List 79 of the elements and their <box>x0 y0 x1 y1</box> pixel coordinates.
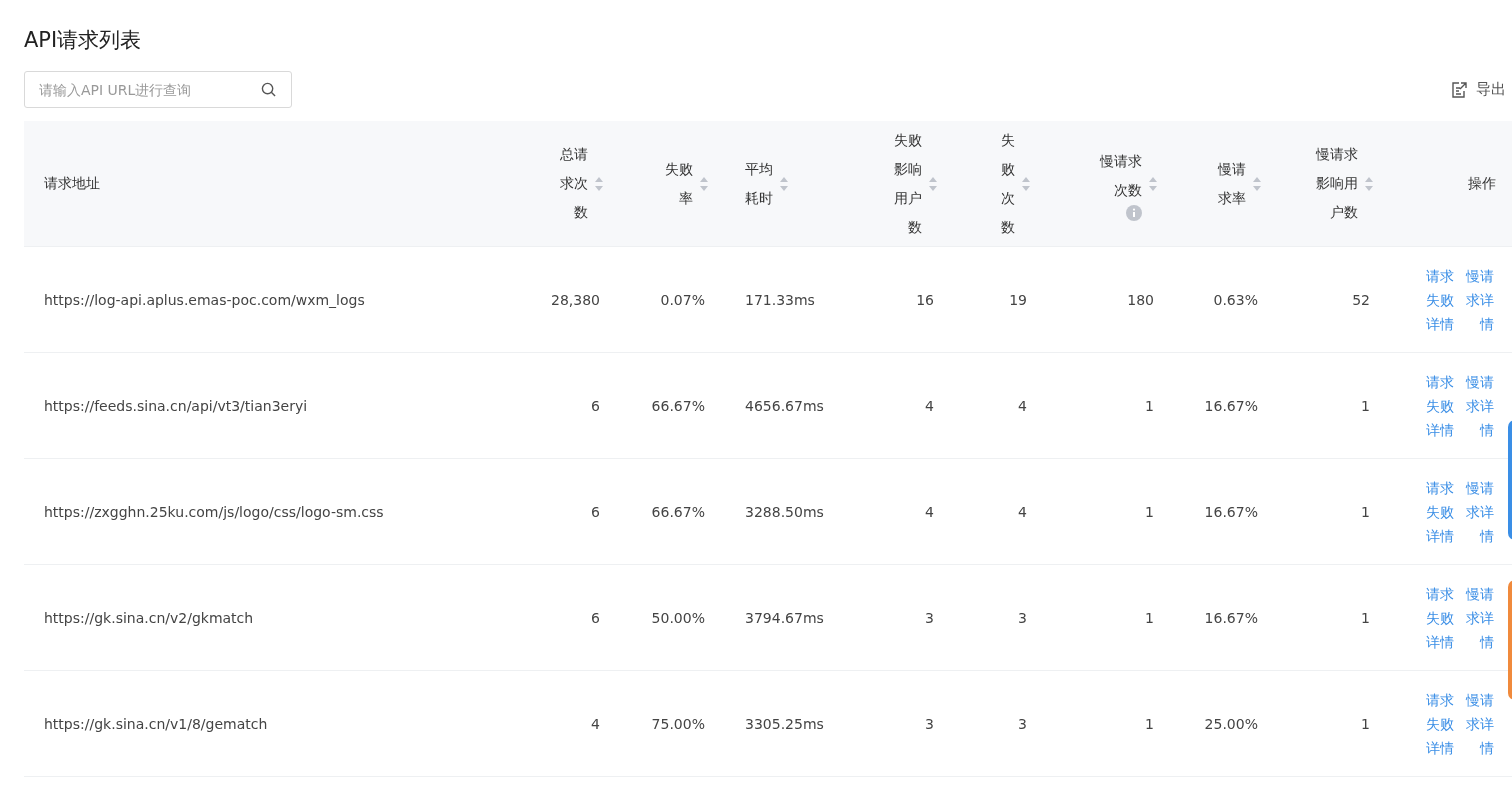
sort-icon[interactable] <box>779 175 789 192</box>
table-cell-text: 3 <box>924 609 935 626</box>
detail-link[interactable]: 慢请求详情 <box>1466 687 1494 760</box>
table-cell-text: 66.67% <box>650 503 706 520</box>
detail-link[interactable]: 请求失败详情 <box>1426 687 1454 760</box>
table-cell-text: 180 <box>1126 291 1155 308</box>
column-header: 请求地址 <box>44 174 100 193</box>
table-cell-text: 16 <box>915 291 935 308</box>
table-cell-text: 1 <box>1144 397 1155 414</box>
table-cell-text: 19 <box>1008 291 1028 308</box>
table-cell-text: 3288.50ms <box>744 503 825 520</box>
url-cell-text: https://feeds.sina.cn/api/vt3/tian3eryi <box>43 397 309 414</box>
url-cell-text: https://gk.sina.cn/v2/gkmatch <box>43 609 255 626</box>
detail-link[interactable]: 请求失败详情 <box>1426 581 1454 654</box>
table-cell-text: 16.67% <box>1203 609 1259 626</box>
detail-link[interactable]: 慢请求详情 <box>1466 581 1494 654</box>
table-cell-text: 6 <box>590 609 601 626</box>
detail-link[interactable]: 慢请求详情 <box>1466 369 1494 442</box>
table-cell-text: 6 <box>590 397 601 414</box>
table-cell-text: 4 <box>590 715 601 732</box>
table-cell-text: 4 <box>1017 397 1028 414</box>
info-icon <box>1126 204 1142 221</box>
table-cell-text: 16.67% <box>1203 503 1259 520</box>
table-cell-text: 4 <box>924 503 935 520</box>
column-header: 总请求次数 <box>560 145 588 222</box>
sort-icon[interactable] <box>594 175 604 192</box>
column-header: 失败影响用户数 <box>894 130 922 237</box>
column-header: 失败率 <box>665 159 693 208</box>
column-header: 慢请求次数 <box>1100 151 1142 200</box>
table-cell-text: 6 <box>590 503 601 520</box>
sort-icon[interactable] <box>699 175 709 192</box>
table-cell-text: 50.00% <box>650 609 706 626</box>
table-cell-text: 3 <box>1017 715 1028 732</box>
url-cell-text: https://log-api.aplus.emas-poc.com/wxm_logs <box>43 291 366 308</box>
detail-link[interactable]: 请求失败详情 <box>1426 369 1454 442</box>
table-cell-text: 171.33ms <box>744 291 816 308</box>
column-header: 平均耗时 <box>745 159 773 208</box>
table-cell-text: 4 <box>924 397 935 414</box>
table-cell-text: 4 <box>1017 503 1028 520</box>
export-button[interactable]: 导出 <box>1450 80 1506 99</box>
table-cell-text: 52 <box>1351 291 1371 308</box>
table-cell-text: 1 <box>1144 503 1155 520</box>
table-cell-text: 1 <box>1360 503 1371 520</box>
table-cell-text: 1 <box>1360 715 1371 732</box>
sort-icon[interactable] <box>1148 175 1158 192</box>
sort-icon[interactable] <box>1364 175 1374 192</box>
sort-icon[interactable] <box>1021 175 1031 192</box>
table-cell-text: 3 <box>924 715 935 732</box>
table-cell-text: 1 <box>1144 715 1155 732</box>
table-cell-text: 0.63% <box>1212 291 1259 308</box>
page-title: API请求列表 <box>24 27 143 54</box>
table-cell-text: 3794.67ms <box>744 609 825 626</box>
table-cell-text: 0.07% <box>659 291 706 308</box>
table-cell-text: 28,380 <box>550 291 601 308</box>
table-cell-text: 3 <box>1017 609 1028 626</box>
detail-link[interactable]: 请求失败详情 <box>1426 475 1454 548</box>
column-header: 慢请求影响用户数 <box>1316 145 1358 222</box>
table-cell-text: 1 <box>1360 397 1371 414</box>
detail-link[interactable]: 慢请求详情 <box>1466 263 1494 336</box>
table-cell-text: 1 <box>1360 609 1371 626</box>
column-header: 失败次数 <box>1001 130 1015 237</box>
export-icon <box>1450 80 1468 99</box>
table-cell-text: 75.00% <box>650 715 706 732</box>
sort-icon[interactable] <box>928 175 938 192</box>
search-field[interactable]: 请输入API URL进行查询 <box>24 71 292 108</box>
search-icon[interactable] <box>261 82 276 97</box>
column-header: 操作 <box>1468 174 1496 193</box>
table-cell-text: 3305.25ms <box>744 715 825 732</box>
detail-link[interactable]: 请求失败详情 <box>1426 263 1454 336</box>
table-cell-text: 1 <box>1144 609 1155 626</box>
table-cell-text: 16.67% <box>1203 397 1259 414</box>
sort-icon[interactable] <box>1252 175 1262 192</box>
column-header: 慢请求率 <box>1218 159 1246 208</box>
table-cell-text: 25.00% <box>1203 715 1259 732</box>
url-cell-text: https://zxgghn.25ku.com/js/logo/css/logo-sm.css <box>43 503 385 520</box>
url-cell-text: https://gk.sina.cn/v1/8/gematch <box>43 715 269 732</box>
detail-link[interactable]: 慢请求详情 <box>1466 475 1494 548</box>
table-cell-text: 4656.67ms <box>744 397 825 414</box>
table-cell-text: 66.67% <box>650 397 706 414</box>
